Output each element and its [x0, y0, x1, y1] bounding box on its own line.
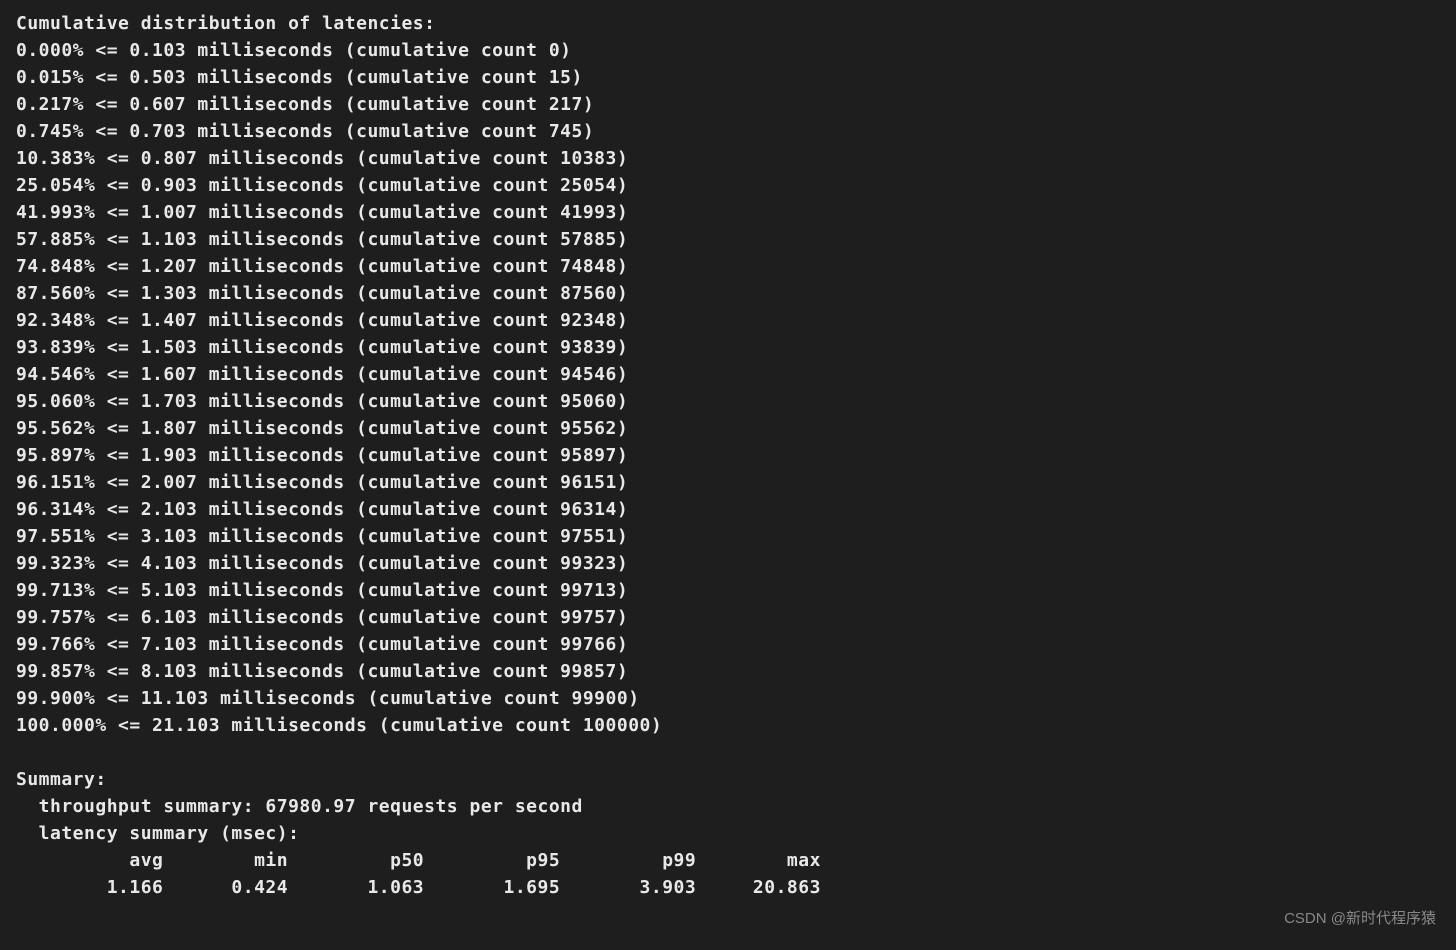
- distribution-row: 99.857% <= 8.103 milliseconds (cumulativ…: [16, 658, 1440, 685]
- distribution-row: 95.060% <= 1.703 milliseconds (cumulativ…: [16, 388, 1440, 415]
- distribution-row: 99.323% <= 4.103 milliseconds (cumulativ…: [16, 550, 1440, 577]
- distribution-row: 97.551% <= 3.103 milliseconds (cumulativ…: [16, 523, 1440, 550]
- distribution-row: 10.383% <= 0.807 milliseconds (cumulativ…: [16, 145, 1440, 172]
- distribution-row: 0.745% <= 0.703 milliseconds (cumulative…: [16, 118, 1440, 145]
- distribution-row: 96.314% <= 2.103 milliseconds (cumulativ…: [16, 496, 1440, 523]
- latency-summary-label: latency summary (msec):: [16, 820, 1440, 847]
- distribution-row: 57.885% <= 1.103 milliseconds (cumulativ…: [16, 226, 1440, 253]
- distribution-row: 74.848% <= 1.207 milliseconds (cumulativ…: [16, 253, 1440, 280]
- distribution-row: 0.000% <= 0.103 milliseconds (cumulative…: [16, 37, 1440, 64]
- distribution-row: 99.713% <= 5.103 milliseconds (cumulativ…: [16, 577, 1440, 604]
- summary-values: 1.166 0.424 1.063 1.695 3.903 20.863: [16, 874, 1440, 901]
- distribution-row: 94.546% <= 1.607 milliseconds (cumulativ…: [16, 361, 1440, 388]
- distribution-row: 99.766% <= 7.103 milliseconds (cumulativ…: [16, 631, 1440, 658]
- watermark: CSDN @新时代程序猿: [1284, 908, 1436, 931]
- summary-title: Summary:: [16, 766, 1440, 793]
- terminal-output: Cumulative distribution of latencies: 0.…: [16, 10, 1440, 901]
- distribution-row: 99.757% <= 6.103 milliseconds (cumulativ…: [16, 604, 1440, 631]
- distribution-list: 0.000% <= 0.103 milliseconds (cumulative…: [16, 37, 1440, 739]
- distribution-row: 95.897% <= 1.903 milliseconds (cumulativ…: [16, 442, 1440, 469]
- distribution-row: 87.560% <= 1.303 milliseconds (cumulativ…: [16, 280, 1440, 307]
- distribution-row: 99.900% <= 11.103 milliseconds (cumulati…: [16, 685, 1440, 712]
- distribution-row: 92.348% <= 1.407 milliseconds (cumulativ…: [16, 307, 1440, 334]
- distribution-row: 0.217% <= 0.607 milliseconds (cumulative…: [16, 91, 1440, 118]
- distribution-row: 0.015% <= 0.503 milliseconds (cumulative…: [16, 64, 1440, 91]
- distribution-row: 96.151% <= 2.007 milliseconds (cumulativ…: [16, 469, 1440, 496]
- distribution-row: 93.839% <= 1.503 milliseconds (cumulativ…: [16, 334, 1440, 361]
- summary-headers: avg min p50 p95 p99 max: [16, 847, 1440, 874]
- distribution-row: 25.054% <= 0.903 milliseconds (cumulativ…: [16, 172, 1440, 199]
- distribution-header: Cumulative distribution of latencies:: [16, 10, 1440, 37]
- blank-line: [16, 739, 1440, 766]
- distribution-row: 100.000% <= 21.103 milliseconds (cumulat…: [16, 712, 1440, 739]
- distribution-row: 41.993% <= 1.007 milliseconds (cumulativ…: [16, 199, 1440, 226]
- throughput-summary: throughput summary: 67980.97 requests pe…: [16, 793, 1440, 820]
- distribution-row: 95.562% <= 1.807 milliseconds (cumulativ…: [16, 415, 1440, 442]
